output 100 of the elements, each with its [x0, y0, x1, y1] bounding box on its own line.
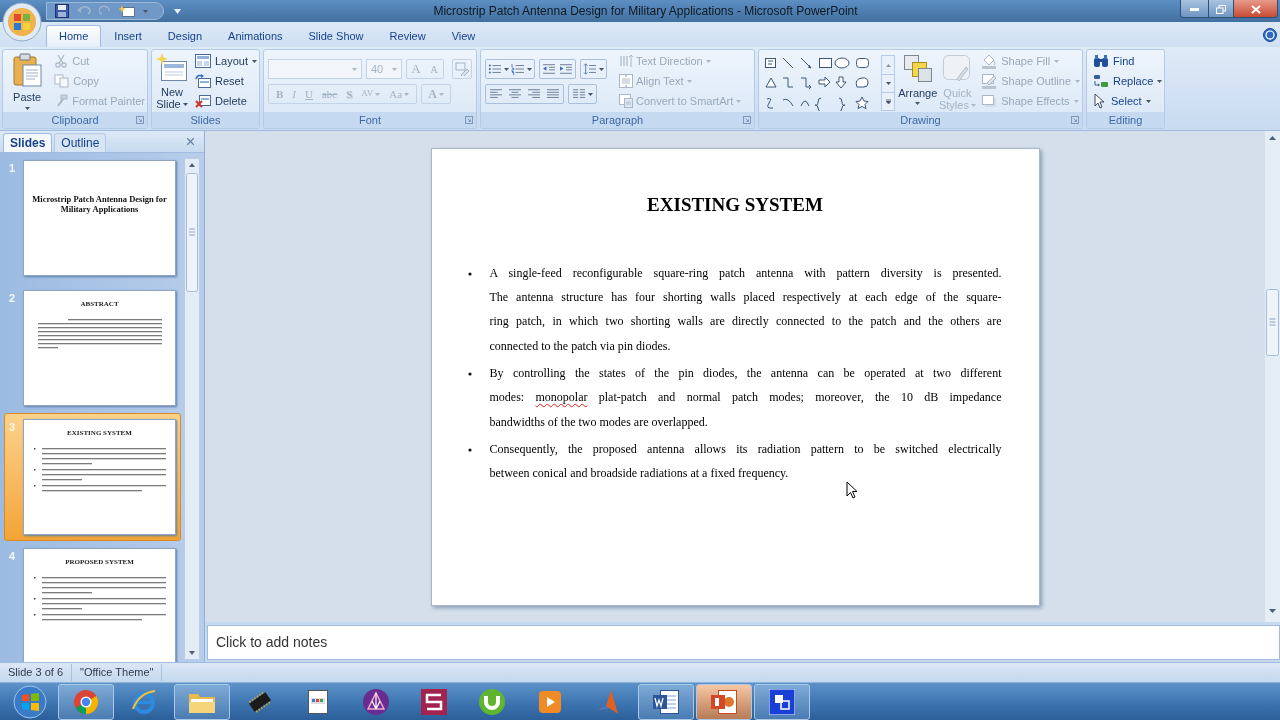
paintbrush-icon	[54, 94, 69, 108]
slide-number: 4	[8, 549, 17, 564]
bullet-text: Consequently, the proposed antenna allows its radiation pattern to be switched electrically between conical and broadside radiations at a fixed frequency.	[489, 440, 1002, 482]
triangle-circle-icon	[362, 687, 390, 716]
taskbar-app-button[interactable]	[638, 683, 694, 720]
ribbon-tab[interactable]: Design	[154, 25, 216, 47]
align-left-icon[interactable]	[489, 88, 503, 100]
slide-thumbnail-item[interactable]: 1 Microstrip Patch Antenna Design for Military Applications	[4, 159, 181, 277]
customize-caret-icon[interactable]	[174, 8, 181, 14]
zigzag-square-icon	[421, 688, 447, 715]
help-icon[interactable]	[1263, 27, 1277, 42]
arrow-cursor-icon	[1093, 93, 1107, 109]
find-button[interactable]: Find	[1091, 51, 1165, 71]
justify-icon[interactable]	[546, 88, 560, 100]
caret-icon	[527, 67, 532, 71]
select-button[interactable]: Select	[1091, 91, 1165, 111]
more-arrow-icon	[885, 99, 891, 104]
document-chart-icon	[710, 688, 738, 715]
text-direction-icon	[619, 54, 633, 68]
clipboard-icon	[11, 53, 44, 87]
ribbon-tab[interactable]: Home	[46, 25, 102, 47]
bullet-text: A single-feed reconfigurable square-ring patch antenna with pattern diversity is presented. The antenna structure has four shorting walls placed respectively at each edge of the square- ring patch, in which two shorting walls are directly connected to the patch and the others are connected to the patch via pin diodes.	[489, 264, 1002, 355]
slide-number: 1	[8, 161, 17, 176]
shape-effects-icon	[981, 93, 998, 109]
caret-icon	[705, 59, 711, 63]
ribbon-tab[interactable]: Review	[376, 25, 439, 47]
group-label: Clipboard	[51, 113, 99, 127]
copy-icon	[54, 74, 70, 88]
ribbon-tab[interactable]: Animations	[215, 25, 296, 47]
bullet-icon	[467, 447, 472, 452]
scissors-icon	[54, 54, 69, 68]
caret-icon	[588, 92, 593, 96]
delete-icon	[194, 94, 211, 108]
delete-button[interactable]: Delete	[192, 91, 259, 111]
caret-icon	[392, 67, 397, 71]
align-right-icon[interactable]	[527, 88, 541, 100]
paste-button[interactable]: Paste	[7, 50, 48, 112]
reset-button[interactable]: Reset	[192, 71, 259, 91]
caret-icon	[1073, 99, 1079, 103]
caret-icon	[915, 102, 921, 105]
bullet-list-icon[interactable]	[488, 63, 502, 75]
reset-icon	[194, 74, 211, 88]
caret-icon	[1075, 79, 1080, 83]
gallery-more-button[interactable]	[882, 92, 894, 110]
arrange-button[interactable]: Arrange	[898, 50, 938, 112]
new-slide-icon[interactable]	[119, 5, 135, 17]
restore-button[interactable]	[1208, 0, 1233, 17]
taskbar-app-button[interactable]	[754, 683, 810, 720]
ribbon-tab[interactable]: Slide Show	[295, 25, 377, 47]
line-spacing-icon[interactable]	[583, 63, 597, 75]
pencil-icon	[981, 73, 998, 89]
office-orb-icon[interactable]	[2, 2, 42, 42]
gallery-down-button[interactable]	[882, 74, 894, 92]
numbered-list-icon[interactable]	[511, 63, 525, 75]
arrange-icon	[901, 53, 934, 83]
decrease-indent-icon[interactable]	[542, 63, 556, 75]
group-label: Slides	[190, 113, 221, 127]
status-text: "Office Theme"	[72, 664, 163, 681]
taskbar-app-button[interactable]	[174, 683, 230, 720]
columns-icon[interactable]	[572, 88, 586, 100]
caret-icon	[1054, 59, 1060, 63]
slide-number: 3	[8, 420, 17, 435]
close-icon[interactable]	[187, 138, 194, 145]
panel-tab[interactable]: Slides	[3, 133, 53, 152]
bullet-icon	[467, 271, 472, 276]
bullet-text: By controlling the states of the pin diodes, the antenna can be operated at two different modes: monopolar plat-patch and normal patch modes; moreover, the 10 dB impedance bandwidths of the two modes are overlapped.	[489, 364, 1002, 431]
down-arrow-icon	[885, 82, 891, 85]
caret-icon	[182, 102, 188, 106]
notes-field[interactable]: Click to add notes	[207, 625, 1280, 660]
smartart-icon	[619, 94, 633, 108]
replace-button[interactable]: Replace	[1091, 71, 1165, 91]
caret-icon	[736, 99, 742, 103]
layout-icon	[194, 54, 211, 68]
align-center-icon[interactable]	[508, 88, 522, 100]
dialog-launcher-icon	[743, 116, 751, 124]
group-label: Font	[359, 113, 381, 127]
document-badge-icon	[652, 688, 680, 715]
color-wheel-icon	[73, 688, 99, 715]
caret-icon	[24, 107, 30, 110]
new-slide-icon	[156, 53, 188, 83]
thumbnail-title: Microstrip Patch Antenna Design for Military Applications	[31, 195, 168, 214]
restore-icon	[1216, 4, 1226, 14]
mouse-cursor-icon	[846, 481, 858, 499]
increase-indent-icon[interactable]	[559, 63, 573, 75]
ribbon-tab[interactable]: View	[438, 25, 489, 47]
new-slide-button[interactable]: New Slide	[155, 50, 189, 112]
replace-icon	[1093, 74, 1109, 88]
taskbar-app-button[interactable]	[696, 683, 752, 720]
window-icon	[769, 688, 795, 715]
ribbon-tab[interactable]: Insert	[101, 25, 155, 47]
document-icon	[307, 688, 329, 715]
close-button[interactable]	[1233, 0, 1277, 17]
panel-tab[interactable]: Outline	[54, 133, 107, 152]
status-text: Slide 3 of 6	[0, 664, 73, 681]
layout-button[interactable]: Layout	[192, 51, 259, 71]
play-icon	[539, 690, 561, 713]
start-orb-icon	[13, 684, 47, 719]
save-icon[interactable]	[55, 4, 69, 18]
slide-number: 2	[8, 291, 17, 306]
group-label: Drawing	[900, 113, 941, 127]
